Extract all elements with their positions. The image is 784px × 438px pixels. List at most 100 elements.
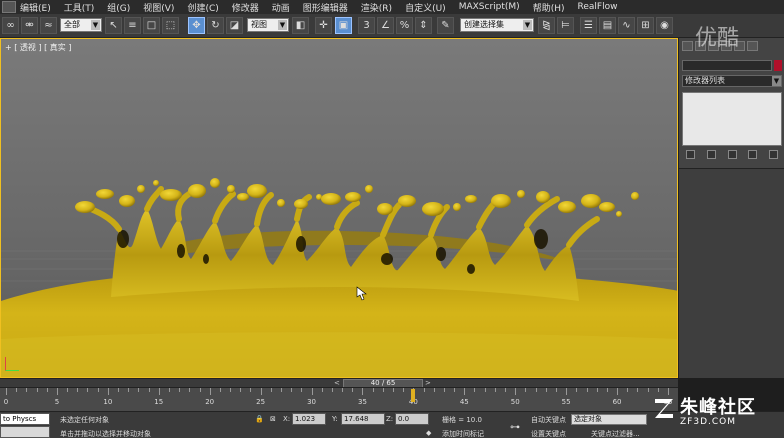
menu-customize[interactable]: 自定义(U) [405,1,446,14]
youku-watermark: 优酷 [695,20,739,52]
ruler-tick [87,388,89,392]
selection-filter-select[interactable]: 全部 ▼ [60,18,102,32]
maxscript-listener[interactable]: to Physcs [0,413,50,425]
ruler-tick [484,388,486,392]
schematic-view-icon[interactable]: ⊞ [637,17,654,34]
snap-3-label: 3 [363,20,370,31]
ruler-tick [6,388,7,395]
ruler-tick [270,388,272,392]
x-coord-field[interactable]: 1.023 [292,413,326,425]
ruler-tick-label: 15 [154,398,164,406]
ruler-tick-label: 0 [3,398,9,406]
window-crossing-icon[interactable]: ⬚ [162,17,179,34]
menu-help[interactable]: 帮助(H) [533,1,565,14]
bind-space-warp-icon[interactable]: ≈ [40,17,57,34]
liquid-splash-render [1,178,677,377]
key-mode-icon[interactable]: ⊶ [510,422,520,433]
menu-maxscript[interactable]: MAXScript(M) [459,2,520,12]
absolute-mode-icon[interactable]: ⊠ [270,415,276,423]
menu-views[interactable]: 视图(V) [143,1,174,14]
spinner-snap-icon[interactable]: ⇕ [415,17,432,34]
utilities-tab-icon[interactable] [747,41,758,51]
named-selection-select[interactable]: 创建选择集 ▼ [460,18,534,32]
key-filters-button[interactable]: 关键点过滤器... [591,429,640,438]
ruler-tick [403,388,405,392]
menu-rendering[interactable]: 渲染(R) [361,1,392,14]
link-icon[interactable]: ∞ [2,17,19,34]
curve-editor-icon[interactable]: ∿ [618,17,635,34]
align-icon[interactable]: ⊨ [557,17,574,34]
key-filter-select[interactable]: 选定对象 [571,414,647,425]
ruler-tick [138,388,140,392]
add-time-tag[interactable]: 添加时间标记 [442,429,484,438]
ruler-tick [56,388,58,395]
select-move-icon[interactable]: ✥ [188,17,205,34]
select-by-name-icon[interactable]: ≡ [124,17,141,34]
rect-selection-icon[interactable]: □ [143,17,160,34]
ruler-tick-label: 30 [307,398,316,406]
snap-toggle-icon[interactable]: 3 [358,17,375,34]
select-rotate-icon[interactable]: ↻ [207,17,224,34]
y-coord-field[interactable]: 17.648 [341,413,385,425]
ruler-tick [525,388,527,392]
named-selection-value: 创建选择集 [464,20,504,29]
current-frame-marker[interactable] [411,389,416,402]
menu-group[interactable]: 组(G) [107,1,130,14]
keyboard-shortcut-override-icon[interactable]: ▣ [335,17,352,34]
ref-coord-select[interactable]: 视图 ▼ [247,18,289,32]
ruler-tick [566,388,568,395]
menu-create[interactable]: 创建(C) [187,1,218,14]
auto-key-button[interactable]: 自动关键点 [531,415,566,425]
menu-graph-editors[interactable]: 图形编辑器 [303,1,348,14]
modifier-stack[interactable] [682,92,782,146]
viewport-label[interactable]: + [ 透视 ] [ 真实 ] [5,42,71,53]
mirror-icon[interactable]: ⧎ [538,17,555,34]
angle-snap-icon[interactable]: ∠ [377,17,394,34]
z-coord-field[interactable]: 0.0 [395,413,429,425]
lock-selection-icon[interactable]: 🔒 [255,415,264,423]
make-unique-icon[interactable] [727,150,737,159]
ruler-tick [617,388,619,395]
unlink-icon[interactable]: ⚮ [21,17,38,34]
perspective-viewport[interactable]: + [ 透视 ] [ 真实 ] [0,38,678,378]
track-bar[interactable]: 05101520253035404550556065 [0,387,678,411]
material-editor-icon[interactable]: ◉ [656,17,673,34]
time-tag-icon[interactable]: ◆ [426,429,431,437]
object-name-field[interactable] [682,60,772,71]
select-scale-icon[interactable]: ◪ [226,17,243,34]
x-label: X: [283,415,291,423]
ruler-tick [382,388,384,392]
edit-named-selection-icon[interactable]: ✎ [437,17,454,34]
maxscript-listener-2[interactable] [0,426,50,438]
app-menu-icon[interactable] [2,1,16,13]
menu-tools[interactable]: 工具(T) [64,1,95,14]
configure-sets-icon[interactable] [769,150,778,159]
ruler-tick [586,388,588,392]
snap-percent-label: % [399,20,410,31]
menu-realflow[interactable]: RealFlow [577,2,617,12]
command-panel: 修改器列表 ▼ [678,38,784,378]
create-tab-icon[interactable] [682,41,693,51]
selection-status: 未选定任何对象 [60,416,109,424]
select-manipulate-icon[interactable]: ✛ [315,17,332,34]
pivot-center-icon[interactable]: ◧ [292,17,309,34]
select-object-icon[interactable]: ↖ [105,17,122,34]
time-slider[interactable]: < 40 / 65 > [0,378,678,388]
ruler-tick [464,388,466,395]
menu-edit[interactable]: 编辑(E) [20,1,51,14]
layer-manager-icon[interactable]: ☰ [580,17,597,34]
object-color-swatch[interactable] [774,60,782,71]
menu-animation[interactable]: 动画 [272,1,290,14]
ruler-tick-label: 35 [357,398,367,406]
show-end-result-icon[interactable] [706,150,716,159]
ruler-tick [260,388,262,395]
percent-snap-icon[interactable]: % [396,17,413,34]
zf3d-watermark-title: 朱峰社区 [680,397,756,418]
remove-modifier-icon[interactable] [748,150,758,159]
graphite-ribbon-icon[interactable]: ▤ [599,17,616,34]
menu-modifiers[interactable]: 修改器 [232,1,259,14]
ruler-tick [311,388,313,395]
modifier-list-select[interactable]: 修改器列表 ▼ [682,75,782,87]
pin-stack-icon[interactable] [686,150,695,159]
set-key-button[interactable]: 设置关键点 [531,429,566,438]
